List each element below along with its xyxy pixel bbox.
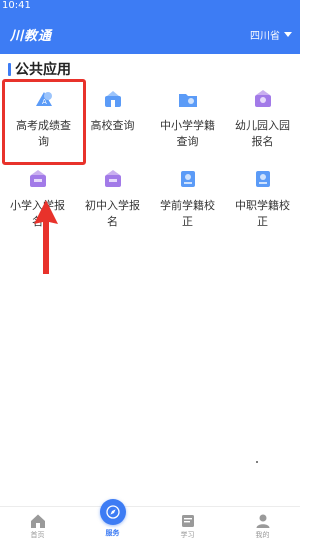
vocational-correct-icon bbox=[252, 168, 274, 190]
preschool-correct-icon bbox=[177, 168, 199, 190]
tab-label: 首页 bbox=[30, 531, 45, 539]
region-label: 四川省 bbox=[250, 31, 280, 42]
tab-service[interactable]: 服务 bbox=[75, 499, 150, 545]
status-bar: 10:41 bbox=[0, 0, 300, 14]
section-accent-bar bbox=[8, 62, 11, 76]
speck bbox=[256, 461, 258, 463]
tab-home[interactable]: 首页 bbox=[0, 507, 75, 545]
status-time: 10:41 bbox=[2, 0, 31, 11]
app-label: 初中入学报名 bbox=[85, 199, 140, 228]
section-title: 公共应用 bbox=[15, 62, 71, 78]
app-junior-enroll[interactable]: 初中入学报名 bbox=[75, 168, 150, 230]
junior-enroll-icon bbox=[102, 168, 124, 190]
app-university[interactable]: 高校查询 bbox=[75, 88, 150, 134]
app-header: 川教通 四川省 bbox=[0, 14, 300, 54]
region-selector[interactable]: 四川省 bbox=[250, 27, 292, 42]
section-header: 公共应用 bbox=[8, 60, 71, 78]
app-label: 学前学籍校正 bbox=[160, 199, 215, 228]
home-icon bbox=[30, 514, 45, 528]
tab-label: 服务 bbox=[105, 529, 120, 537]
app-kindergarten[interactable]: 幼儿园入园报名 bbox=[225, 88, 300, 150]
highlight-annotation-box bbox=[2, 79, 86, 165]
primary-enroll-icon bbox=[27, 168, 49, 190]
tab-label: 我的 bbox=[255, 531, 270, 539]
annotation-arrow-up-icon bbox=[34, 200, 58, 274]
tab-study[interactable]: 学习 bbox=[150, 507, 225, 545]
tab-mine[interactable]: 我的 bbox=[225, 507, 300, 545]
person-icon bbox=[256, 514, 269, 528]
kindergarten-icon bbox=[252, 88, 274, 110]
app-logo: 川教通 bbox=[10, 29, 53, 44]
bottom-tab-bar: 首页 服务 学习 我的 bbox=[0, 499, 300, 545]
student-record-icon bbox=[177, 88, 199, 110]
app-label: 中小学学籍查询 bbox=[160, 119, 215, 148]
app-label: 幼儿园入园报名 bbox=[235, 119, 290, 148]
book-icon bbox=[181, 515, 194, 527]
tab-label: 学习 bbox=[180, 531, 195, 539]
app-label: 中职学籍校正 bbox=[235, 199, 290, 228]
university-icon bbox=[102, 88, 124, 110]
app-student-record[interactable]: 中小学学籍查询 bbox=[150, 88, 225, 150]
app-label: 高校查询 bbox=[90, 119, 135, 132]
app-vocational-correct[interactable]: 中职学籍校正 bbox=[225, 168, 300, 230]
app-preschool-correct[interactable]: 学前学籍校正 bbox=[150, 168, 225, 230]
compass-icon bbox=[99, 499, 126, 525]
chevron-down-icon bbox=[284, 32, 292, 37]
